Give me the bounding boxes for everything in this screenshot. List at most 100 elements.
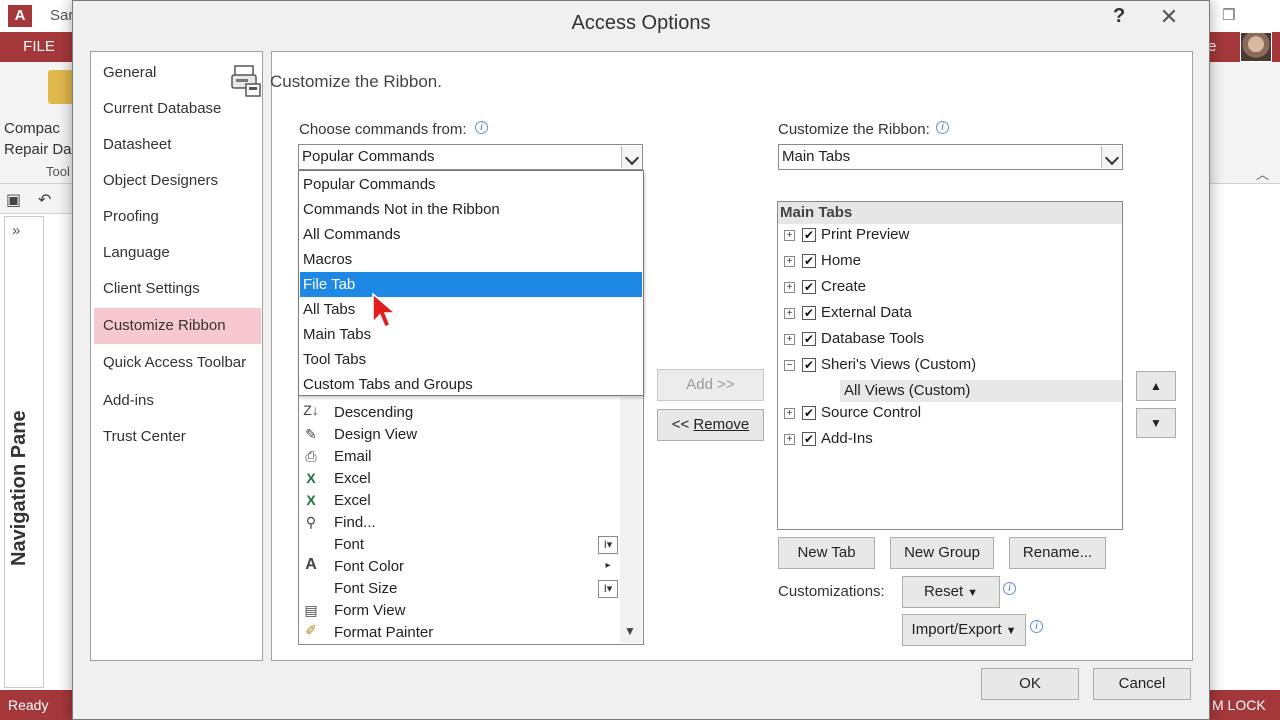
rename-button[interactable]: Rename... — [1009, 537, 1106, 569]
dropdown-option[interactable]: Commands Not in the Ribbon — [300, 197, 642, 222]
scroll-down-icon[interactable]: ▼ — [624, 624, 636, 638]
dropdown-option[interactable]: All Tabs — [300, 297, 642, 322]
move-up-button[interactable]: ▲ — [1136, 371, 1176, 401]
command-item[interactable]: Email — [334, 448, 372, 465]
dropdown-option[interactable]: Main Tabs — [300, 322, 642, 347]
tree-item-home[interactable]: + ✔ Home — [784, 250, 861, 272]
arrow-down-icon: ▼ — [1150, 416, 1162, 430]
avatar[interactable] — [1240, 32, 1272, 62]
tree-item-sheris-views[interactable]: − ✔ Sheri's Views (Custom) — [784, 354, 976, 376]
attachment-icon: ⎙ — [305, 448, 317, 464]
info-icon[interactable]: i — [1003, 582, 1016, 595]
checkbox-checked[interactable]: ✔ — [802, 280, 816, 295]
command-item[interactable]: Font Color — [334, 558, 404, 575]
command-item[interactable]: Excel — [334, 470, 371, 487]
command-item[interactable]: Design View — [334, 426, 417, 443]
tree-item-database-tools[interactable]: + ✔ Database Tools — [784, 328, 924, 350]
status-text: Ready — [8, 697, 49, 713]
info-icon[interactable]: i — [1030, 620, 1043, 633]
help-button[interactable]: ? — [1113, 5, 1125, 28]
restore-icon[interactable]: ❐ — [1222, 6, 1235, 24]
dropdown-option[interactable]: Custom Tabs and Groups — [300, 372, 642, 397]
category-object-designers[interactable]: Object Designers — [103, 172, 218, 189]
mouse-cursor-icon — [372, 292, 398, 328]
expand-icon[interactable]: + — [784, 281, 795, 293]
info-icon[interactable]: i — [936, 121, 949, 134]
category-language[interactable]: Language — [103, 244, 170, 261]
expand-icon[interactable]: + — [784, 229, 795, 241]
customize-ribbon-dropdown[interactable]: Main Tabs — [778, 144, 1123, 170]
tree-item-label: Sheri's Views (Custom) — [821, 356, 977, 373]
info-icon[interactable]: i — [475, 121, 488, 134]
commands-scrollbar[interactable] — [620, 397, 642, 643]
remove-button[interactable]: << Remove — [657, 409, 764, 441]
move-down-button[interactable]: ▼ — [1136, 408, 1176, 438]
category-add-ins[interactable]: Add-ins — [103, 392, 154, 409]
checkbox-checked[interactable]: ✔ — [802, 332, 816, 347]
category-quick-access-toolbar[interactable]: Quick Access Toolbar — [103, 354, 246, 371]
command-item[interactable]: Font Size — [334, 580, 397, 597]
tree-item-external-data[interactable]: + ✔ External Data — [784, 302, 912, 324]
expand-icon[interactable]: + — [784, 407, 795, 419]
checkbox-checked[interactable]: ✔ — [802, 406, 816, 421]
command-item[interactable]: Excel — [334, 492, 371, 509]
add-button[interactable]: Add >> — [657, 369, 764, 401]
command-item[interactable]: Descending — [334, 404, 413, 421]
cancel-button[interactable]: Cancel — [1093, 668, 1191, 700]
checkbox-checked[interactable]: ✔ — [802, 228, 816, 243]
dropdown-option[interactable]: All Commands — [300, 222, 642, 247]
expand-icon[interactable]: + — [784, 307, 795, 319]
command-item[interactable]: Form View — [334, 602, 405, 619]
choose-commands-label: Choose commands from: — [299, 121, 467, 138]
save-icon[interactable]: ▣ — [6, 190, 21, 210]
import-export-button[interactable]: Import/Export ▼ — [902, 614, 1026, 646]
tree-subitem-all-views[interactable]: All Views (Custom) — [840, 380, 1122, 402]
command-item[interactable]: Format Painter — [334, 624, 433, 641]
checkbox-checked[interactable]: ✔ — [802, 306, 816, 321]
expand-nav-icon[interactable]: » — [12, 222, 20, 239]
dropdown-option-highlighted[interactable]: File Tab — [300, 272, 642, 297]
checkbox-checked[interactable]: ✔ — [802, 432, 816, 447]
command-item[interactable]: Font — [334, 536, 364, 553]
compact-repair-icon[interactable] — [48, 70, 74, 104]
tree-item-create[interactable]: + ✔ Create — [784, 276, 866, 298]
close-button[interactable]: ✕ — [1143, 4, 1195, 30]
category-current-database[interactable]: Current Database — [103, 100, 221, 117]
expand-icon[interactable]: + — [784, 333, 795, 345]
reset-button[interactable]: Reset ▼ — [902, 576, 1000, 608]
font-selector-icon[interactable]: I▾ — [598, 536, 618, 554]
access-logo-icon: A — [8, 5, 32, 27]
tree-item-add-ins[interactable]: + ✔ Add-Ins — [784, 428, 873, 450]
collapse-icon[interactable]: − — [784, 359, 795, 371]
chevron-down-icon[interactable] — [621, 146, 641, 168]
category-trust-center[interactable]: Trust Center — [103, 428, 186, 445]
compact-repair-button[interactable]: Compac Repair Da — [4, 118, 72, 160]
dropdown-option[interactable]: Macros — [300, 247, 642, 272]
category-customize-ribbon[interactable]: Customize Ribbon — [94, 308, 261, 344]
font-size-selector-icon[interactable]: I▾ — [598, 580, 618, 598]
file-tab[interactable]: FILE — [0, 32, 78, 62]
dropdown-option[interactable]: Tool Tabs — [300, 347, 642, 372]
ok-button[interactable]: OK — [981, 668, 1079, 700]
category-proofing[interactable]: Proofing — [103, 208, 159, 225]
category-general[interactable]: General — [103, 64, 156, 81]
checkbox-checked[interactable]: ✔ — [802, 358, 816, 373]
expand-icon[interactable]: + — [784, 255, 795, 267]
tree-item-print-preview[interactable]: + ✔ Print Preview — [784, 224, 909, 246]
collapse-ribbon-icon[interactable]: ︿ — [1256, 164, 1269, 183]
category-client-settings[interactable]: Client Settings — [103, 280, 200, 297]
checkbox-checked[interactable]: ✔ — [802, 254, 816, 269]
choose-commands-dropdown[interactable]: Popular Commands — [298, 144, 643, 170]
excel-icon: X — [306, 470, 316, 486]
chevron-down-icon[interactable] — [1101, 146, 1121, 168]
new-tab-button[interactable]: New Tab — [778, 537, 875, 569]
dropdown-option[interactable]: Popular Commands — [300, 172, 642, 197]
category-datasheet[interactable]: Datasheet — [103, 136, 171, 153]
tree-item-source-control[interactable]: + ✔ Source Control — [784, 402, 921, 424]
new-group-button[interactable]: New Group — [890, 537, 994, 569]
submenu-arrow-icon[interactable]: ▸ — [598, 558, 618, 576]
tree-item-label: Add-Ins — [821, 430, 873, 447]
undo-icon[interactable]: ↶ — [38, 190, 51, 210]
expand-icon[interactable]: + — [784, 433, 795, 445]
command-item[interactable]: Find... — [334, 514, 376, 531]
